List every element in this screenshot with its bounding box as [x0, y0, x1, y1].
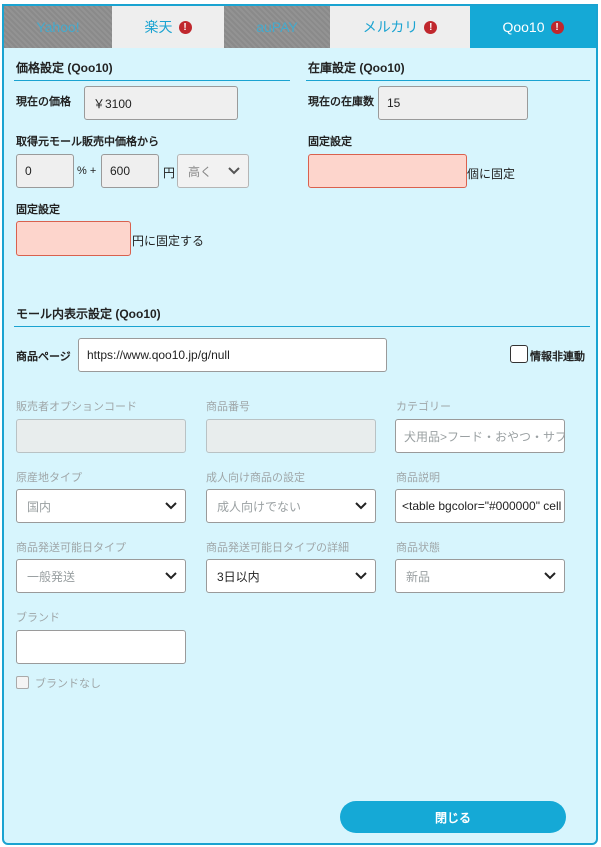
- description-value: <table bgcolor="#000000" cell: [402, 499, 562, 513]
- price-fixed-label: 固定設定: [16, 204, 60, 216]
- current-stock-value: 15: [387, 96, 401, 110]
- percent-input[interactable]: 0: [16, 154, 74, 188]
- settings-panel: Yahoo! 楽天 ! auPAY メルカリ ! Qoo10 ! 価格設定 (Q…: [2, 4, 598, 845]
- adult-setting-value: 成人向けでない: [217, 499, 302, 514]
- price-section-divider: [14, 80, 290, 81]
- price-from-label: 取得元モール販売中価格から: [16, 136, 159, 148]
- current-price-field: ￥3100: [84, 86, 238, 120]
- tab-label: auPAY: [256, 19, 298, 35]
- brand-input[interactable]: [16, 630, 186, 664]
- stock-fixed-label: 固定設定: [308, 136, 352, 148]
- yen-input[interactable]: 600: [101, 154, 159, 188]
- product-page-url-value: https://www.qoo10.jp/g/null: [87, 348, 230, 362]
- ship-type-label: 商品発送可能日タイプ: [16, 542, 126, 554]
- description-input[interactable]: <table bgcolor="#000000" cell: [395, 489, 565, 523]
- price-direction-value: 高く: [188, 164, 213, 179]
- chevron-down-icon: [165, 502, 177, 510]
- ship-detail-label: 商品発送可能日タイプの詳細: [206, 542, 349, 554]
- category-value: 犬用品>フード・おやつ・サプ: [404, 429, 565, 444]
- origin-type-value: 国内: [27, 499, 52, 514]
- yen-unit: 円: [163, 166, 176, 180]
- warning-icon: !: [550, 20, 564, 34]
- ship-type-select[interactable]: 一般発送: [16, 559, 186, 593]
- close-button-label: 閉じる: [434, 810, 471, 825]
- tab-aupay[interactable]: auPAY: [224, 6, 330, 48]
- price-fixed-input[interactable]: [16, 221, 131, 256]
- info-nolink-checkbox[interactable]: [510, 345, 528, 363]
- price-section-title: 価格設定 (Qoo10): [16, 61, 113, 75]
- yen-value: 600: [110, 164, 131, 178]
- no-brand-label: ブランドなし: [35, 678, 101, 690]
- tab-rakuten[interactable]: 楽天 !: [112, 6, 224, 48]
- brand-label: ブランド: [16, 612, 60, 624]
- adult-setting-label: 成人向け商品の設定: [206, 472, 305, 484]
- current-stock-field: 15: [378, 86, 528, 120]
- price-fixed-suffix: 円に固定する: [132, 234, 205, 248]
- condition-label: 商品状態: [396, 542, 440, 554]
- info-nolink-label: 情報非連動: [530, 351, 585, 363]
- adult-setting-select[interactable]: 成人向けでない: [206, 489, 376, 523]
- current-price-label: 現在の価格: [16, 96, 71, 108]
- ship-detail-select[interactable]: 3日以内: [206, 559, 376, 593]
- price-direction-select[interactable]: 高く: [177, 154, 249, 188]
- warning-icon: !: [178, 20, 192, 34]
- condition-value: 新品: [406, 569, 431, 584]
- ship-detail-value: 3日以内: [217, 569, 260, 584]
- tab-label: Qoo10: [502, 19, 545, 35]
- category-label: カテゴリー: [396, 401, 451, 413]
- close-button[interactable]: 閉じる: [340, 801, 566, 833]
- current-stock-label: 現在の在庫数: [308, 96, 374, 108]
- origin-type-label: 原産地タイプ: [16, 472, 82, 484]
- stock-section-title: 在庫設定 (Qoo10): [308, 61, 405, 75]
- current-price-value: ￥3100: [93, 96, 132, 111]
- tab-label: メルカリ: [362, 19, 419, 35]
- product-page-label: 商品ページ: [16, 351, 71, 363]
- stock-fixed-input[interactable]: [308, 154, 467, 188]
- stock-fixed-suffix: 個に固定: [467, 167, 516, 181]
- ship-type-value: 一般発送: [27, 569, 76, 584]
- category-input[interactable]: 犬用品>フード・おやつ・サプ: [395, 419, 565, 453]
- chevron-down-icon: [355, 572, 367, 580]
- seller-option-code-input[interactable]: [16, 419, 186, 453]
- description-label: 商品説明: [396, 472, 440, 484]
- warning-icon: !: [424, 20, 438, 34]
- mall-section-title: モール内表示設定 (Qoo10): [16, 307, 161, 321]
- chevron-down-icon: [165, 572, 177, 580]
- mall-section-divider: [14, 326, 590, 327]
- chevron-down-icon: [544, 572, 556, 580]
- stock-section-divider: [306, 80, 590, 81]
- seller-option-code-label: 販売者オプションコード: [16, 401, 137, 413]
- tab-label: 楽天: [144, 19, 173, 35]
- product-number-input[interactable]: [206, 419, 376, 453]
- percent-unit: % +: [77, 165, 97, 177]
- product-page-url-input[interactable]: https://www.qoo10.jp/g/null: [78, 338, 387, 372]
- mall-tabs: Yahoo! 楽天 ! auPAY メルカリ ! Qoo10 !: [4, 6, 596, 48]
- product-number-label: 商品番号: [206, 401, 250, 413]
- tab-qoo10[interactable]: Qoo10 !: [470, 6, 596, 48]
- tab-mercari[interactable]: メルカリ !: [330, 6, 470, 48]
- condition-select[interactable]: 新品: [395, 559, 565, 593]
- percent-value: 0: [25, 164, 32, 178]
- no-brand-checkbox[interactable]: [16, 676, 29, 689]
- origin-type-select[interactable]: 国内: [16, 489, 186, 523]
- tab-yahoo[interactable]: Yahoo!: [4, 6, 112, 48]
- chevron-down-icon: [355, 502, 367, 510]
- chevron-down-icon: [228, 167, 240, 175]
- tab-label: Yahoo!: [36, 19, 80, 35]
